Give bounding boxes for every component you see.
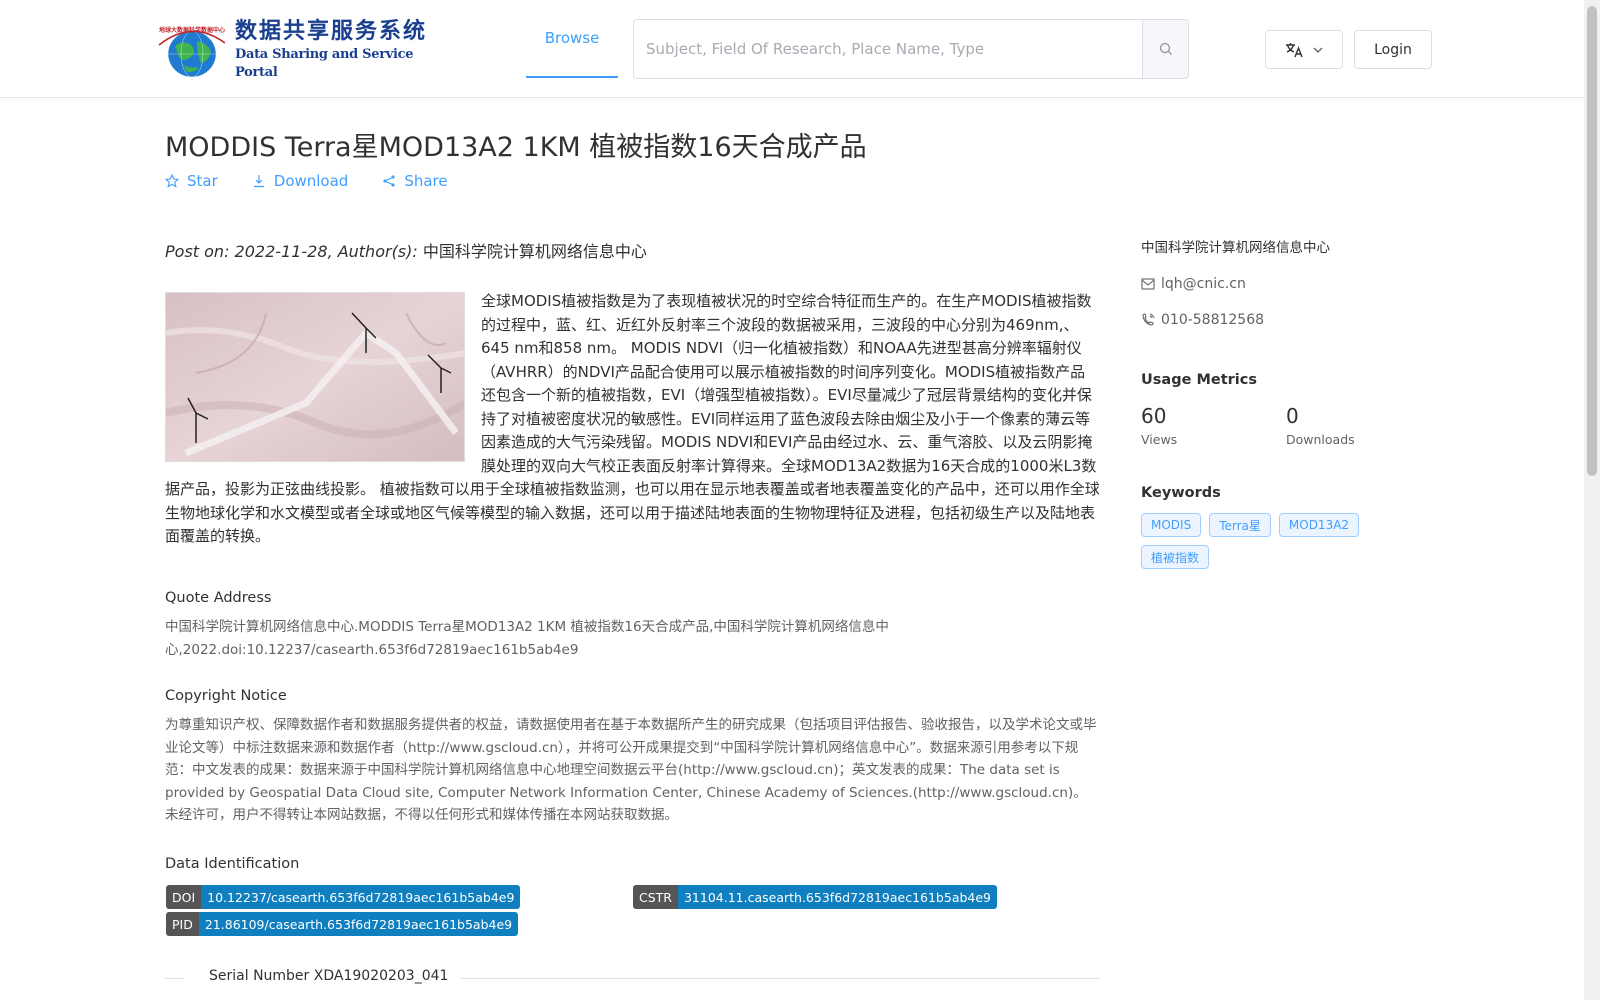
dataset-title: MODDIS Terra星MOD13A2 1KM 植被指数16天合成产品 bbox=[165, 132, 867, 163]
sidebar-phone: 010-58812568 bbox=[1141, 312, 1431, 328]
dataset-thumbnail-image bbox=[165, 292, 465, 462]
usage-metrics-title: Usage Metrics bbox=[1141, 372, 1257, 388]
scrollbar-thumb[interactable] bbox=[1587, 6, 1597, 476]
cstr-value: 31104.11.casearth.653f6d72819aec161b5ab4… bbox=[677, 885, 998, 909]
divider-line-right bbox=[461, 978, 1100, 979]
pid-label: PID bbox=[166, 912, 199, 936]
quote-text: 中国科学院计算机网络信息中心.MODDIS Terra星MOD13A2 1KM … bbox=[165, 619, 889, 658]
copyright-title: Copyright Notice bbox=[165, 688, 287, 704]
star-button[interactable]: Star bbox=[165, 172, 218, 190]
search-bar bbox=[633, 19, 1189, 79]
download-label: Download bbox=[273, 172, 349, 190]
share-button[interactable]: Share bbox=[382, 172, 448, 190]
search-button[interactable] bbox=[1142, 20, 1188, 78]
search-input[interactable] bbox=[634, 20, 1142, 78]
globe-logo-icon: 地球大数据科学数据中心 bbox=[153, 21, 231, 79]
right-sidebar: 中国科学院计算机网络信息中心 lqh@cnic.cn 010-58812568 … bbox=[1141, 236, 1431, 569]
copyright-section: Copyright Notice 为尊重知识产权、保障数据作者和数据服务提供者的… bbox=[165, 688, 1100, 827]
doi-badge[interactable]: DOI 10.12237/casearth.653f6d72819aec161b… bbox=[166, 885, 521, 909]
cstr-badge[interactable]: CSTR 31104.11.casearth.653f6d72819aec161… bbox=[633, 885, 998, 909]
cstr-label: CSTR bbox=[633, 885, 678, 909]
language-switch-button[interactable] bbox=[1265, 30, 1343, 69]
phone-text: 010-58812568 bbox=[1161, 312, 1265, 328]
phone-icon bbox=[1142, 313, 1155, 326]
doi-value: 10.12237/casearth.653f6d72819aec161b5ab4… bbox=[201, 885, 521, 909]
serial-divider: Serial Number XDA19020203_041 bbox=[165, 968, 1100, 988]
logo-title-en: Data Sharing and Service Portal bbox=[235, 47, 414, 80]
share-label: Share bbox=[404, 172, 448, 190]
keyword-tag[interactable]: MOD13A2 bbox=[1278, 513, 1360, 537]
logo-title-cn: 数据共享服务系统 bbox=[235, 18, 428, 44]
identification-section: Data Identification bbox=[165, 856, 1100, 882]
doi-label: DOI bbox=[166, 885, 202, 909]
quote-section: Quote Address 中国科学院计算机网络信息中心.MODDIS Terr… bbox=[165, 590, 1100, 661]
site-logo[interactable]: 地球大数据科学数据中心 数据共享服务系统 Data Sharing and Se… bbox=[153, 18, 438, 80]
post-date: Post on: 2022-11-28, Author(s): bbox=[165, 242, 423, 261]
sidebar-email: lqh@cnic.cn bbox=[1141, 276, 1431, 292]
pid-value: 21.86109/casearth.653f6d72819aec161b5ab4… bbox=[198, 912, 519, 936]
search-icon bbox=[1159, 42, 1172, 55]
keywords-list: MODIS Terra星 MOD13A2 植被指数 bbox=[1141, 513, 1381, 569]
keyword-tag[interactable]: MODIS bbox=[1141, 513, 1202, 537]
views-label: Views bbox=[1141, 432, 1178, 447]
top-header: 地球大数据科学数据中心 数据共享服务系统 Data Sharing and Se… bbox=[0, 0, 1584, 98]
serial-number: Serial Number XDA19020203_041 bbox=[205, 968, 453, 984]
keyword-tag[interactable]: Terra星 bbox=[1209, 513, 1271, 537]
copyright-text: 为尊重知识产权、保障数据作者和数据服务提供者的权益，请数据使用者在基于本数据所产… bbox=[165, 717, 1097, 823]
share-icon bbox=[383, 175, 395, 187]
page-scrollbar[interactable] bbox=[1584, 0, 1600, 1000]
nav-tab-browse[interactable]: Browse bbox=[526, 0, 618, 78]
dataset-description: 全球MODIS植被指数是为了表现植被状况的时空综合特征而生产的。在生产MODIS… bbox=[165, 290, 1100, 549]
mail-icon bbox=[1141, 278, 1155, 290]
views-metric: 60 Views bbox=[1141, 404, 1286, 447]
sidebar-org: 中国科学院计算机网络信息中心 bbox=[1141, 240, 1330, 256]
login-button[interactable]: Login bbox=[1354, 30, 1432, 69]
downloads-count: 0 bbox=[1286, 404, 1299, 428]
chevron-down-icon bbox=[1313, 47, 1323, 53]
downloads-metric: 0 Downloads bbox=[1286, 404, 1431, 447]
quote-title: Quote Address bbox=[165, 590, 272, 606]
translate-icon bbox=[1286, 42, 1303, 57]
keyword-tag[interactable]: 植被指数 bbox=[1141, 545, 1210, 569]
usage-metrics: 60 Views 0 Downloads bbox=[1141, 404, 1431, 447]
download-icon bbox=[253, 175, 264, 188]
post-author: 中国科学院计算机网络信息中心 bbox=[422, 242, 647, 261]
star-label: Star bbox=[187, 172, 218, 190]
divider-line-left bbox=[165, 978, 185, 979]
email-text[interactable]: lqh@cnic.cn bbox=[1161, 276, 1246, 292]
identification-title: Data Identification bbox=[165, 856, 300, 872]
pid-badge[interactable]: PID 21.86109/casearth.653f6d72819aec161b… bbox=[166, 912, 519, 936]
download-button[interactable]: Download bbox=[252, 172, 349, 190]
keywords-title: Keywords bbox=[1141, 485, 1221, 501]
dataset-actions: Star Download Share bbox=[165, 172, 482, 190]
post-info: Post on: 2022-11-28, Author(s): 中国科学院计算机… bbox=[165, 238, 647, 262]
views-count: 60 bbox=[1141, 404, 1167, 428]
svg-text:地球大数据科学数据中心: 地球大数据科学数据中心 bbox=[159, 26, 225, 34]
downloads-label: Downloads bbox=[1286, 432, 1355, 447]
star-icon bbox=[165, 174, 179, 188]
